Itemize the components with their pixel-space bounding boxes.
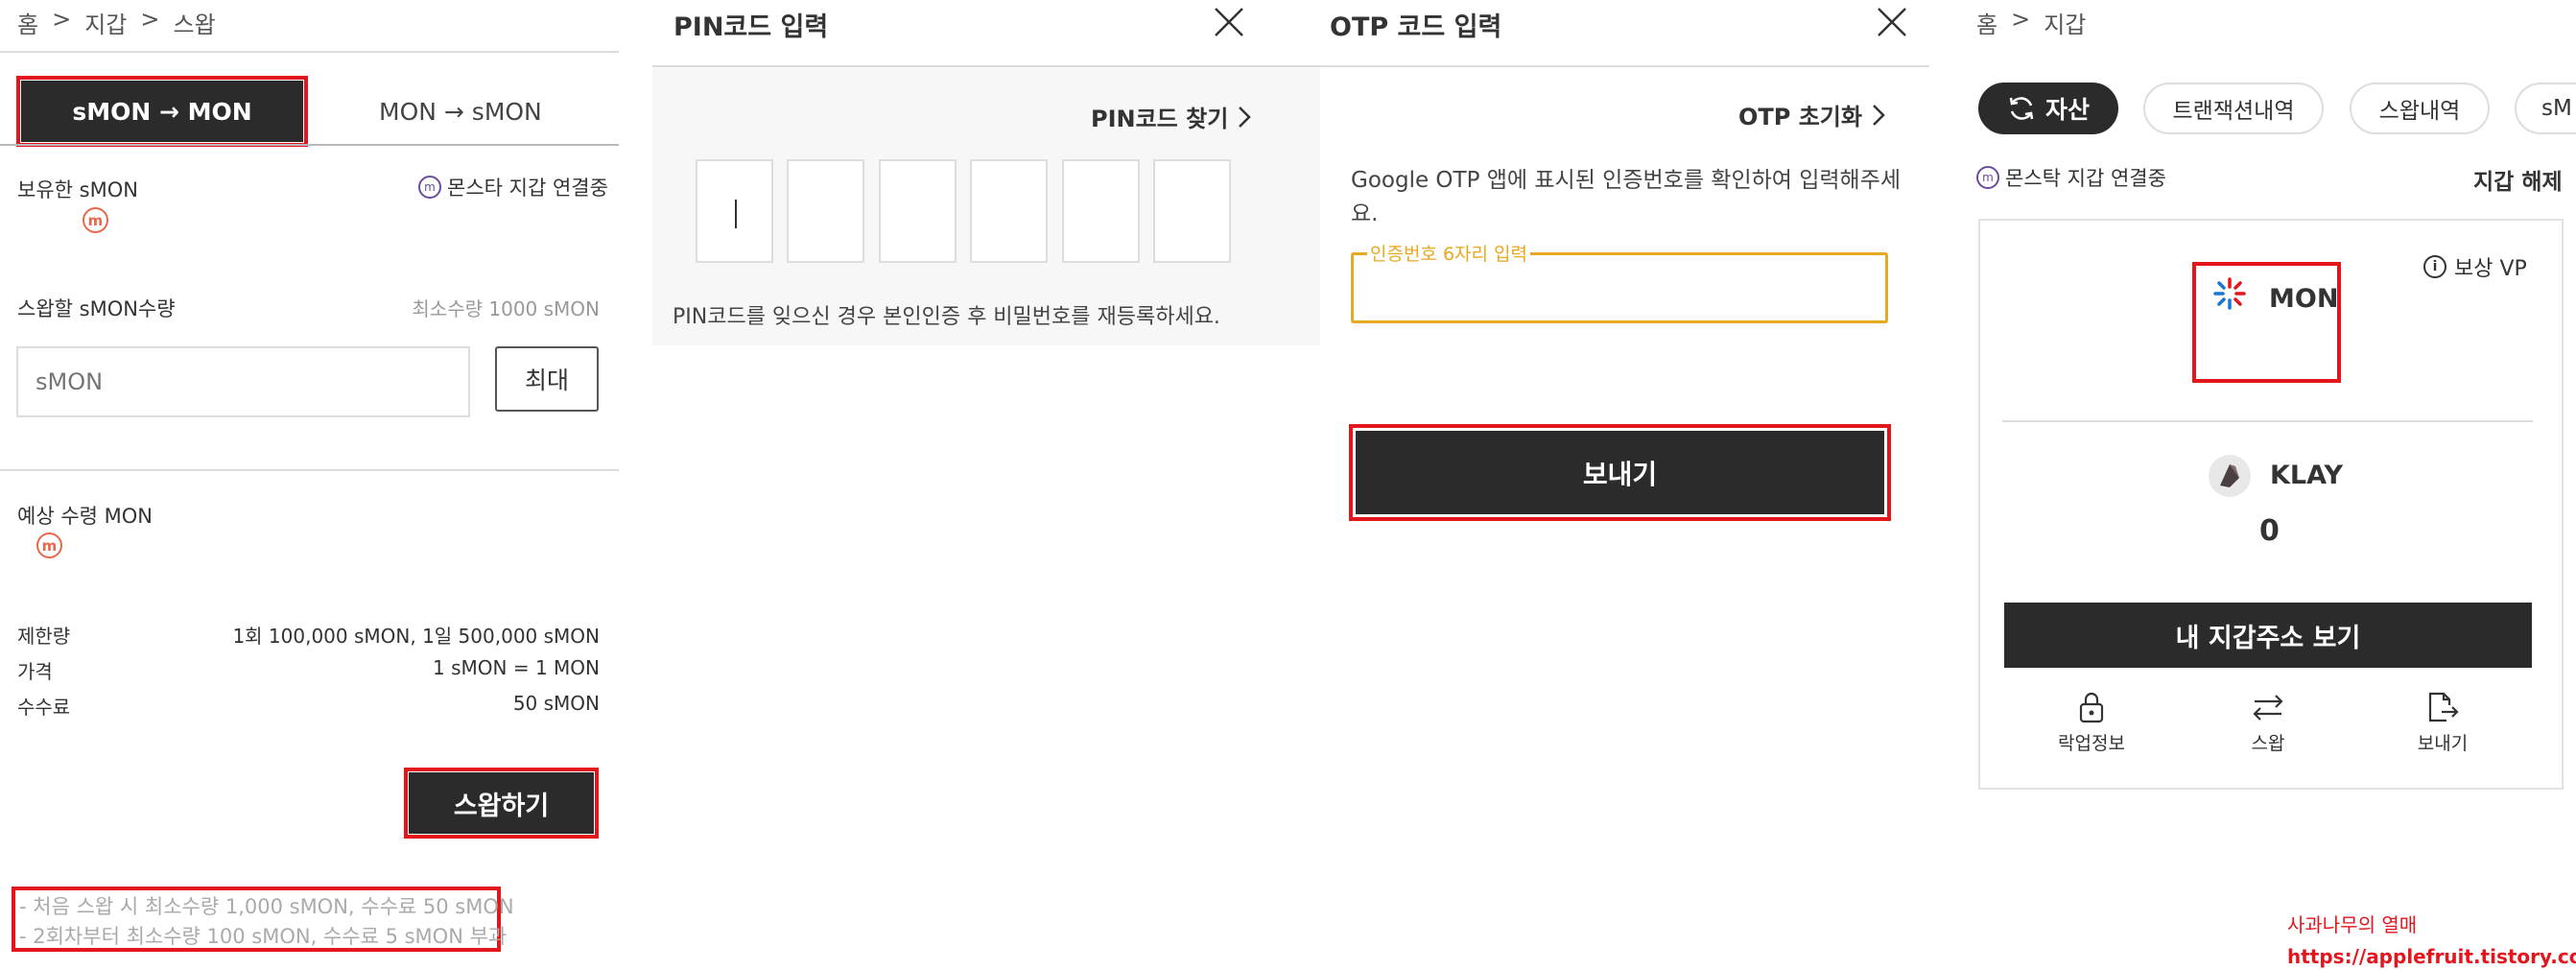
divider <box>0 51 619 53</box>
breadcrumb-wallet[interactable]: 지갑 <box>84 6 127 39</box>
breadcrumb-wallet: 지갑 <box>2044 12 2087 38</box>
highlight-box <box>1349 424 1891 521</box>
text-cursor <box>735 200 737 228</box>
wallet-status-text: 몬스타 지갑 연결중 <box>447 177 608 200</box>
pin-digit-box[interactable] <box>696 159 773 263</box>
pin-title: PIN코드 입력 <box>674 12 829 42</box>
klay-token-name: KLAY <box>2270 461 2343 490</box>
pin-help-text: PIN코드를 잊으신 경우 본인인증 후 비밀번호를 재등록하세요. <box>673 305 1220 329</box>
chevron-right-icon <box>1238 106 1252 129</box>
fee-label: 수수료 <box>17 696 71 719</box>
limit-value: 1회 100,000 sMON, 1일 500,000 sMON <box>232 625 600 648</box>
reward-vp-label: 보상 VP <box>2454 257 2527 281</box>
divider <box>1308 65 1929 67</box>
pin-digit-box[interactable] <box>1153 159 1231 263</box>
tab-transactions[interactable]: 트랜잭션내역 <box>2143 83 2324 134</box>
tab-assets-label: 자산 <box>2044 96 2090 124</box>
fee-value: 50 sMON <box>512 692 600 715</box>
breadcrumb: 홈 > 지갑 > 스왑 <box>17 6 216 39</box>
swap-arrows-icon <box>2251 691 2285 723</box>
tab-assets[interactable]: 자산 <box>1978 83 2118 134</box>
pin-digit-box[interactable] <box>970 159 1048 263</box>
breadcrumb-separator: > <box>140 6 160 33</box>
swap-amount-label: 스왑할 sMON수량 <box>17 297 176 320</box>
highlight-box <box>2192 262 2341 383</box>
highlight-box <box>404 768 599 839</box>
reward-vp[interactable]: i 보상 VP <box>2423 251 2527 282</box>
wallet-status-text: 몬스탁 지갑 연결중 <box>2005 167 2166 190</box>
highlight-box <box>16 76 308 147</box>
find-pin-link[interactable]: PIN코드 찾기 <box>1091 100 1252 133</box>
wallet-status: m 몬스타 지갑 연결중 <box>418 173 608 201</box>
breadcrumb-home[interactable]: 홈 <box>1976 6 1997 39</box>
chevron-right-icon <box>1872 104 1885 127</box>
view-wallet-address-button[interactable]: 내 지갑주소 보기 <box>2004 603 2532 668</box>
swap-notes: - 처음 스왑 시 최소수량 1,000 sMON, 수수료 50 sMON -… <box>12 887 514 952</box>
refresh-icon <box>2007 94 2036 123</box>
held-smon-label: 보유한 sMON <box>17 178 138 201</box>
breadcrumb-home[interactable]: 홈 <box>17 6 38 39</box>
otp-reset-link[interactable]: OTP 초기화 <box>1738 98 1885 131</box>
note-first-swap: - 처음 스왑 시 최소수량 1,000 sMON, 수수료 50 sMON <box>19 895 514 918</box>
otp-title: OTP 코드 입력 <box>1330 12 1502 42</box>
otp-field-label: 인증번호 6자리 입력 <box>1367 240 1531 266</box>
tab-underline <box>0 144 619 146</box>
tab-mon-to-smon[interactable]: MON → sMON <box>379 98 542 126</box>
divider <box>0 469 619 471</box>
min-amount-hint: 최소수량 1000 sMON <box>412 297 600 320</box>
pin-digit-box[interactable] <box>1062 159 1140 263</box>
otp-reset-label: OTP 초기화 <box>1738 104 1862 130</box>
otp-instruction-line1: Google OTP 앱에 표시된 인증번호를 확인하여 입력해주세 <box>1351 168 1902 193</box>
limit-label: 제한량 <box>17 625 71 648</box>
close-icon[interactable] <box>1213 6 1245 38</box>
mon-coin-icon: m <box>83 207 108 233</box>
smon-amount-input[interactable] <box>16 346 470 417</box>
divider <box>2002 420 2533 422</box>
wallet-status: m 몬스탁 지갑 연결중 <box>1976 163 2166 192</box>
tab-swap-history[interactable]: 스왑내역 <box>2350 83 2490 134</box>
klay-token-icon <box>2207 453 2253 499</box>
watermark-url[interactable]: https://applefruit.tistory.com/ <box>2287 945 2576 968</box>
send-action[interactable]: 보내기 <box>2402 691 2483 768</box>
monstar-logo-icon: m <box>418 176 441 199</box>
breadcrumb-swap: 스왑 <box>173 12 216 38</box>
lockup-info-action[interactable]: 락업정보 <box>2051 691 2132 768</box>
monstar-logo-icon: m <box>1976 166 1999 189</box>
max-button[interactable]: 최대 <box>495 346 599 412</box>
send-action-label: 보내기 <box>2417 733 2469 754</box>
watermark-title: 사과나무의 열매 <box>2287 913 2418 936</box>
otp-instruction-line2: 요. <box>1351 201 1379 226</box>
close-icon[interactable] <box>1876 6 1908 38</box>
pin-digit-box[interactable] <box>787 159 864 263</box>
expected-mon-label: 예상 수령 MON <box>17 505 153 528</box>
tab-more-label: sM <box>2541 96 2572 121</box>
breadcrumb: 홈 > 지갑 <box>1976 6 2086 39</box>
note-subsequent-swap: - 2회차부터 최소수량 100 sMON, 수수료 5 sMON 부과 <box>19 925 508 948</box>
breadcrumb-separator: > <box>52 6 72 33</box>
swap-action-label: 스왑 <box>2251 733 2285 754</box>
disconnect-wallet-link[interactable]: 지갑 해제 <box>2473 163 2563 196</box>
breadcrumb-separator: > <box>2011 6 2031 33</box>
tab-more[interactable]: sM <box>2515 83 2576 134</box>
send-document-icon <box>2425 691 2460 723</box>
swap-action[interactable]: 스왑 <box>2228 691 2308 768</box>
mon-coin-icon: m <box>36 532 62 558</box>
find-pin-label: PIN코드 찾기 <box>1091 106 1229 132</box>
lockup-info-label: 락업정보 <box>2058 733 2125 754</box>
price-value: 1 sMON = 1 MON <box>433 656 600 679</box>
lock-icon <box>2078 691 2105 723</box>
pin-digit-box[interactable] <box>879 159 957 263</box>
price-label: 가격 <box>17 660 53 683</box>
klay-balance: 0 <box>2259 514 2280 548</box>
info-icon: i <box>2423 255 2446 278</box>
